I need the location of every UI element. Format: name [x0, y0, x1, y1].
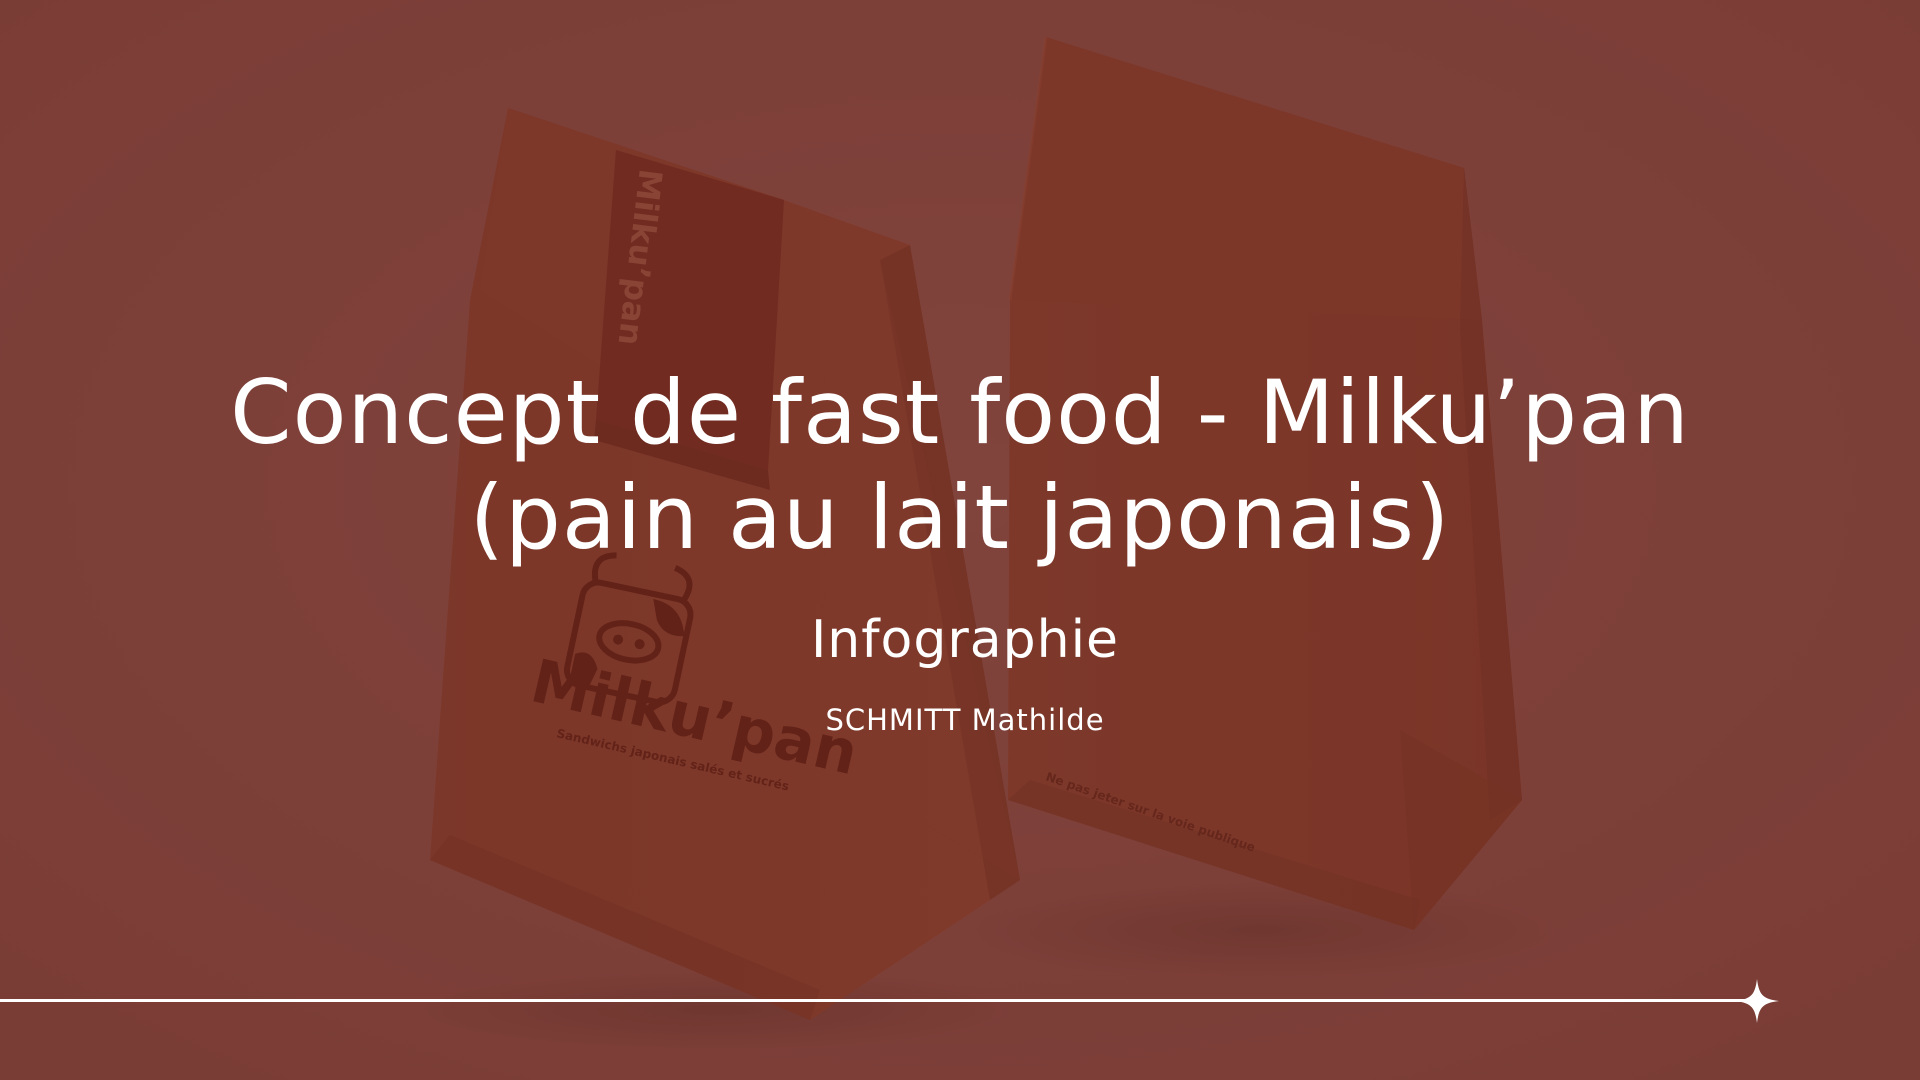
- slide-title: Concept de fast food - Milku’pan (pain a…: [0, 360, 1920, 570]
- title-line-1: Concept de fast food - Milku’pan: [230, 361, 1690, 464]
- title-slide: Ne pas jeter sur la voie publique Milku’…: [0, 0, 1920, 1080]
- author-name: SCHMITT Mathilde: [825, 703, 1105, 737]
- sparkle-icon: [1735, 979, 1779, 1023]
- slide-subtitle: Infographie: [810, 610, 1120, 670]
- divider-line: [0, 999, 1745, 1002]
- title-line-2: (pain au lait japonais): [469, 466, 1451, 569]
